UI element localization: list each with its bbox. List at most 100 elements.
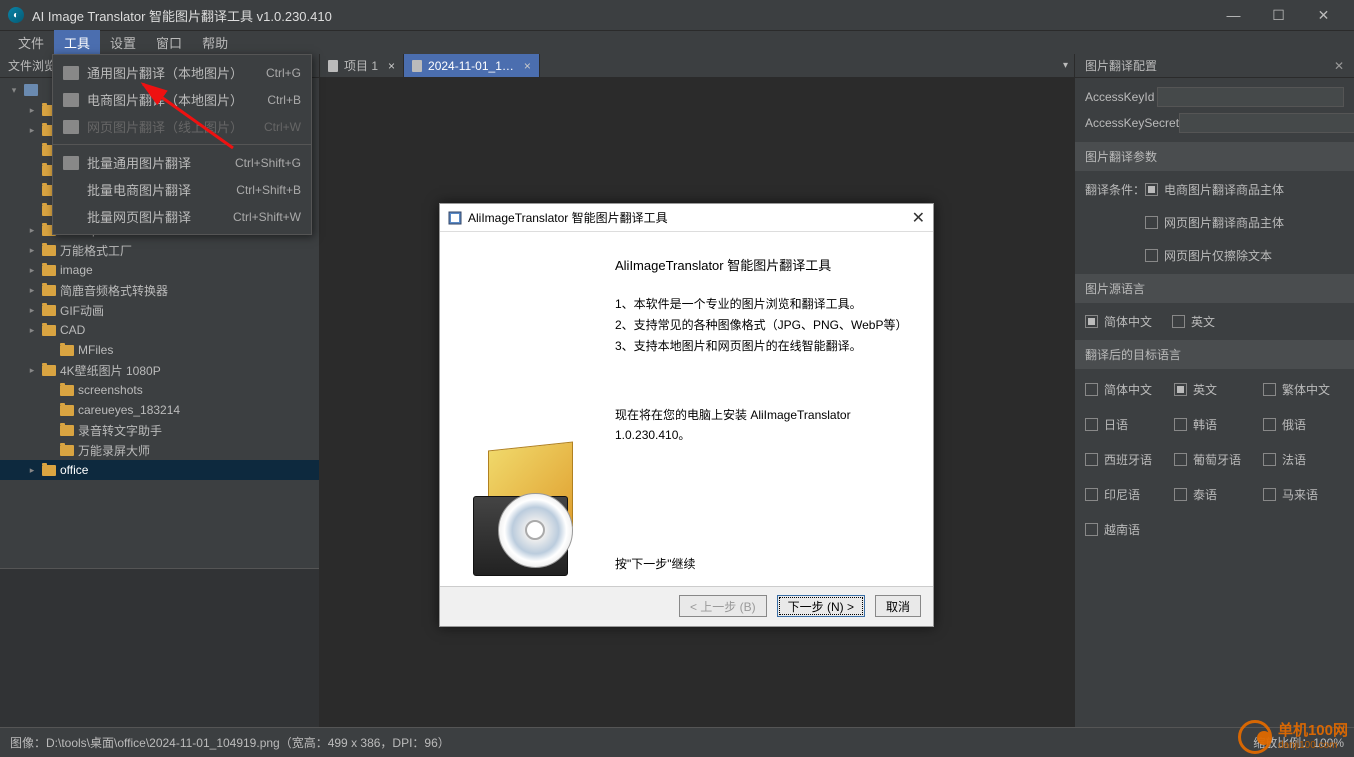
checkbox-icon[interactable] <box>1263 488 1276 501</box>
tree-row[interactable]: ▸万能格式工厂 <box>0 240 319 260</box>
tree-row[interactable]: ▸4K壁纸图片 1080P <box>0 360 319 380</box>
tools-dropdown: 通用图片翻译（本地图片）Ctrl+G电商图片翻译（本地图片）Ctrl+B网页图片… <box>52 54 312 235</box>
checkbox-icon[interactable] <box>1172 315 1185 328</box>
tree-row[interactable]: screenshots <box>0 380 319 400</box>
target-lang-option[interactable]: 繁体中文 <box>1263 377 1344 402</box>
close-button[interactable]: ✕ <box>1301 0 1346 30</box>
document-tab[interactable]: 2024-11-01_1…× <box>404 54 540 77</box>
menu-窗口[interactable]: 窗口 <box>146 30 192 55</box>
condition-option[interactable]: 电商图片翻译商品主体 <box>1145 177 1344 202</box>
checkbox-icon[interactable] <box>1174 488 1187 501</box>
menu-设置[interactable]: 设置 <box>100 30 146 55</box>
tab-close-icon[interactable]: × <box>388 59 395 73</box>
access-key-secret-input[interactable] <box>1179 113 1354 133</box>
target-lang-option[interactable]: 俄语 <box>1263 412 1344 437</box>
checkbox-icon[interactable] <box>1263 418 1276 431</box>
checkbox-icon[interactable] <box>1174 418 1187 431</box>
checkbox-icon[interactable] <box>1145 183 1158 196</box>
access-key-id-input[interactable] <box>1157 87 1344 107</box>
expand-icon[interactable]: ▸ <box>26 265 38 276</box>
expand-icon[interactable]: ▸ <box>26 245 38 256</box>
checkbox-label: 简体中文 <box>1104 313 1152 330</box>
checkbox-icon[interactable] <box>1145 249 1158 262</box>
menu-item[interactable]: 通用图片翻译（本地图片）Ctrl+G <box>53 59 311 86</box>
tab-overflow-icon[interactable]: ▾ <box>1057 54 1074 77</box>
menu-item-icon <box>63 93 79 107</box>
tree-row[interactable]: careueyes_183214 <box>0 400 319 420</box>
checkbox-label: 英文 <box>1191 313 1215 330</box>
checkbox-label: 越南语 <box>1104 521 1140 538</box>
menu-item-shortcut: Ctrl+Shift+G <box>235 156 301 170</box>
checkbox-icon[interactable] <box>1174 453 1187 466</box>
menu-帮助[interactable]: 帮助 <box>192 30 238 55</box>
menu-item[interactable]: 批量电商图片翻译Ctrl+Shift+B <box>53 176 311 203</box>
target-lang-option[interactable]: 葡萄牙语 <box>1174 447 1255 472</box>
source-lang-option[interactable]: 简体中文 <box>1085 309 1152 334</box>
target-lang-option[interactable]: 印尼语 <box>1085 482 1166 507</box>
condition-option[interactable]: 网页图片翻译商品主体 <box>1145 210 1344 235</box>
tree-row[interactable]: MFiles <box>0 340 319 360</box>
tree-row[interactable]: ▸GIF动画 <box>0 300 319 320</box>
checkbox-label: 西班牙语 <box>1104 451 1152 468</box>
menu-item[interactable]: 批量通用图片翻译Ctrl+Shift+G <box>53 149 311 176</box>
target-lang-option[interactable]: 日语 <box>1085 412 1166 437</box>
tree-row[interactable]: ▸CAD <box>0 320 319 340</box>
installer-close-button[interactable]: ✕ <box>912 208 925 228</box>
tab-close-icon[interactable]: × <box>524 59 531 73</box>
tree-row[interactable]: ▸office <box>0 460 319 480</box>
checkbox-label: 网页图片翻译商品主体 <box>1164 214 1284 231</box>
checkbox-label: 马来语 <box>1282 486 1318 503</box>
tree-row[interactable]: 万能录屏大师 <box>0 440 319 460</box>
target-lang-option[interactable]: 马来语 <box>1263 482 1344 507</box>
checkbox-icon[interactable] <box>1085 383 1098 396</box>
menu-item[interactable]: 电商图片翻译（本地图片）Ctrl+B <box>53 86 311 113</box>
target-lang-option[interactable]: 越南语 <box>1085 517 1166 542</box>
expand-icon[interactable]: ▸ <box>26 365 38 376</box>
minimize-button[interactable]: — <box>1211 0 1256 30</box>
installer-cancel-button[interactable]: 取消 <box>875 595 921 617</box>
target-lang-option[interactable]: 英文 <box>1174 377 1255 402</box>
target-lang-option[interactable]: 韩语 <box>1174 412 1255 437</box>
checkbox-icon[interactable] <box>1174 383 1187 396</box>
target-lang-option[interactable]: 简体中文 <box>1085 377 1166 402</box>
tree-row[interactable]: 录音转文字助手 <box>0 420 319 440</box>
condition-option[interactable]: 网页图片仅擦除文本 <box>1145 243 1344 268</box>
maximize-button[interactable]: ☐ <box>1256 0 1301 30</box>
checkbox-icon[interactable] <box>1085 418 1098 431</box>
checkbox-label: 泰语 <box>1193 486 1217 503</box>
tree-row[interactable]: ▸image <box>0 260 319 280</box>
expand-icon[interactable]: ▸ <box>26 305 38 316</box>
expand-icon[interactable]: ▸ <box>26 125 38 136</box>
checkbox-label: 韩语 <box>1193 416 1217 433</box>
checkbox-icon[interactable] <box>1085 523 1098 536</box>
menu-item-shortcut: Ctrl+Shift+B <box>236 183 301 197</box>
checkbox-label: 法语 <box>1282 451 1306 468</box>
checkbox-icon[interactable] <box>1085 315 1098 328</box>
expand-icon[interactable]: ▸ <box>26 225 38 236</box>
checkbox-icon[interactable] <box>1263 453 1276 466</box>
target-lang-option[interactable]: 法语 <box>1263 447 1344 472</box>
checkbox-label: 葡萄牙语 <box>1193 451 1241 468</box>
checkbox-icon[interactable] <box>1145 216 1158 229</box>
target-lang-option[interactable]: 泰语 <box>1174 482 1255 507</box>
folder-icon <box>42 265 56 276</box>
expand-icon[interactable]: ▸ <box>26 465 38 476</box>
checkbox-icon[interactable] <box>1085 488 1098 501</box>
expand-icon[interactable]: ▸ <box>26 325 38 336</box>
source-lang-option[interactable]: 英文 <box>1172 309 1215 334</box>
document-tab[interactable]: 项目 1× <box>320 54 404 77</box>
expand-icon[interactable]: ▸ <box>26 285 38 296</box>
installer-next-button[interactable]: 下一步 (N) > <box>777 595 865 617</box>
checkbox-icon[interactable] <box>1263 383 1276 396</box>
expand-icon[interactable]: ▾ <box>8 85 20 96</box>
installer-continue: 按"下一步"继续 <box>615 555 913 574</box>
panel-close-icon[interactable]: ✕ <box>1334 59 1344 73</box>
menu-工具[interactable]: 工具 <box>54 30 100 55</box>
target-lang-option[interactable]: 西班牙语 <box>1085 447 1166 472</box>
menu-文件[interactable]: 文件 <box>8 30 54 55</box>
checkbox-icon[interactable] <box>1085 453 1098 466</box>
expand-icon[interactable]: ▸ <box>26 105 38 116</box>
installer-install-msg: 现在将在您的电脑上安装 AliImageTranslator 1.0.230.4… <box>615 406 913 444</box>
tree-row[interactable]: ▸简鹿音频格式转换器 <box>0 280 319 300</box>
menu-item[interactable]: 批量网页图片翻译Ctrl+Shift+W <box>53 203 311 230</box>
